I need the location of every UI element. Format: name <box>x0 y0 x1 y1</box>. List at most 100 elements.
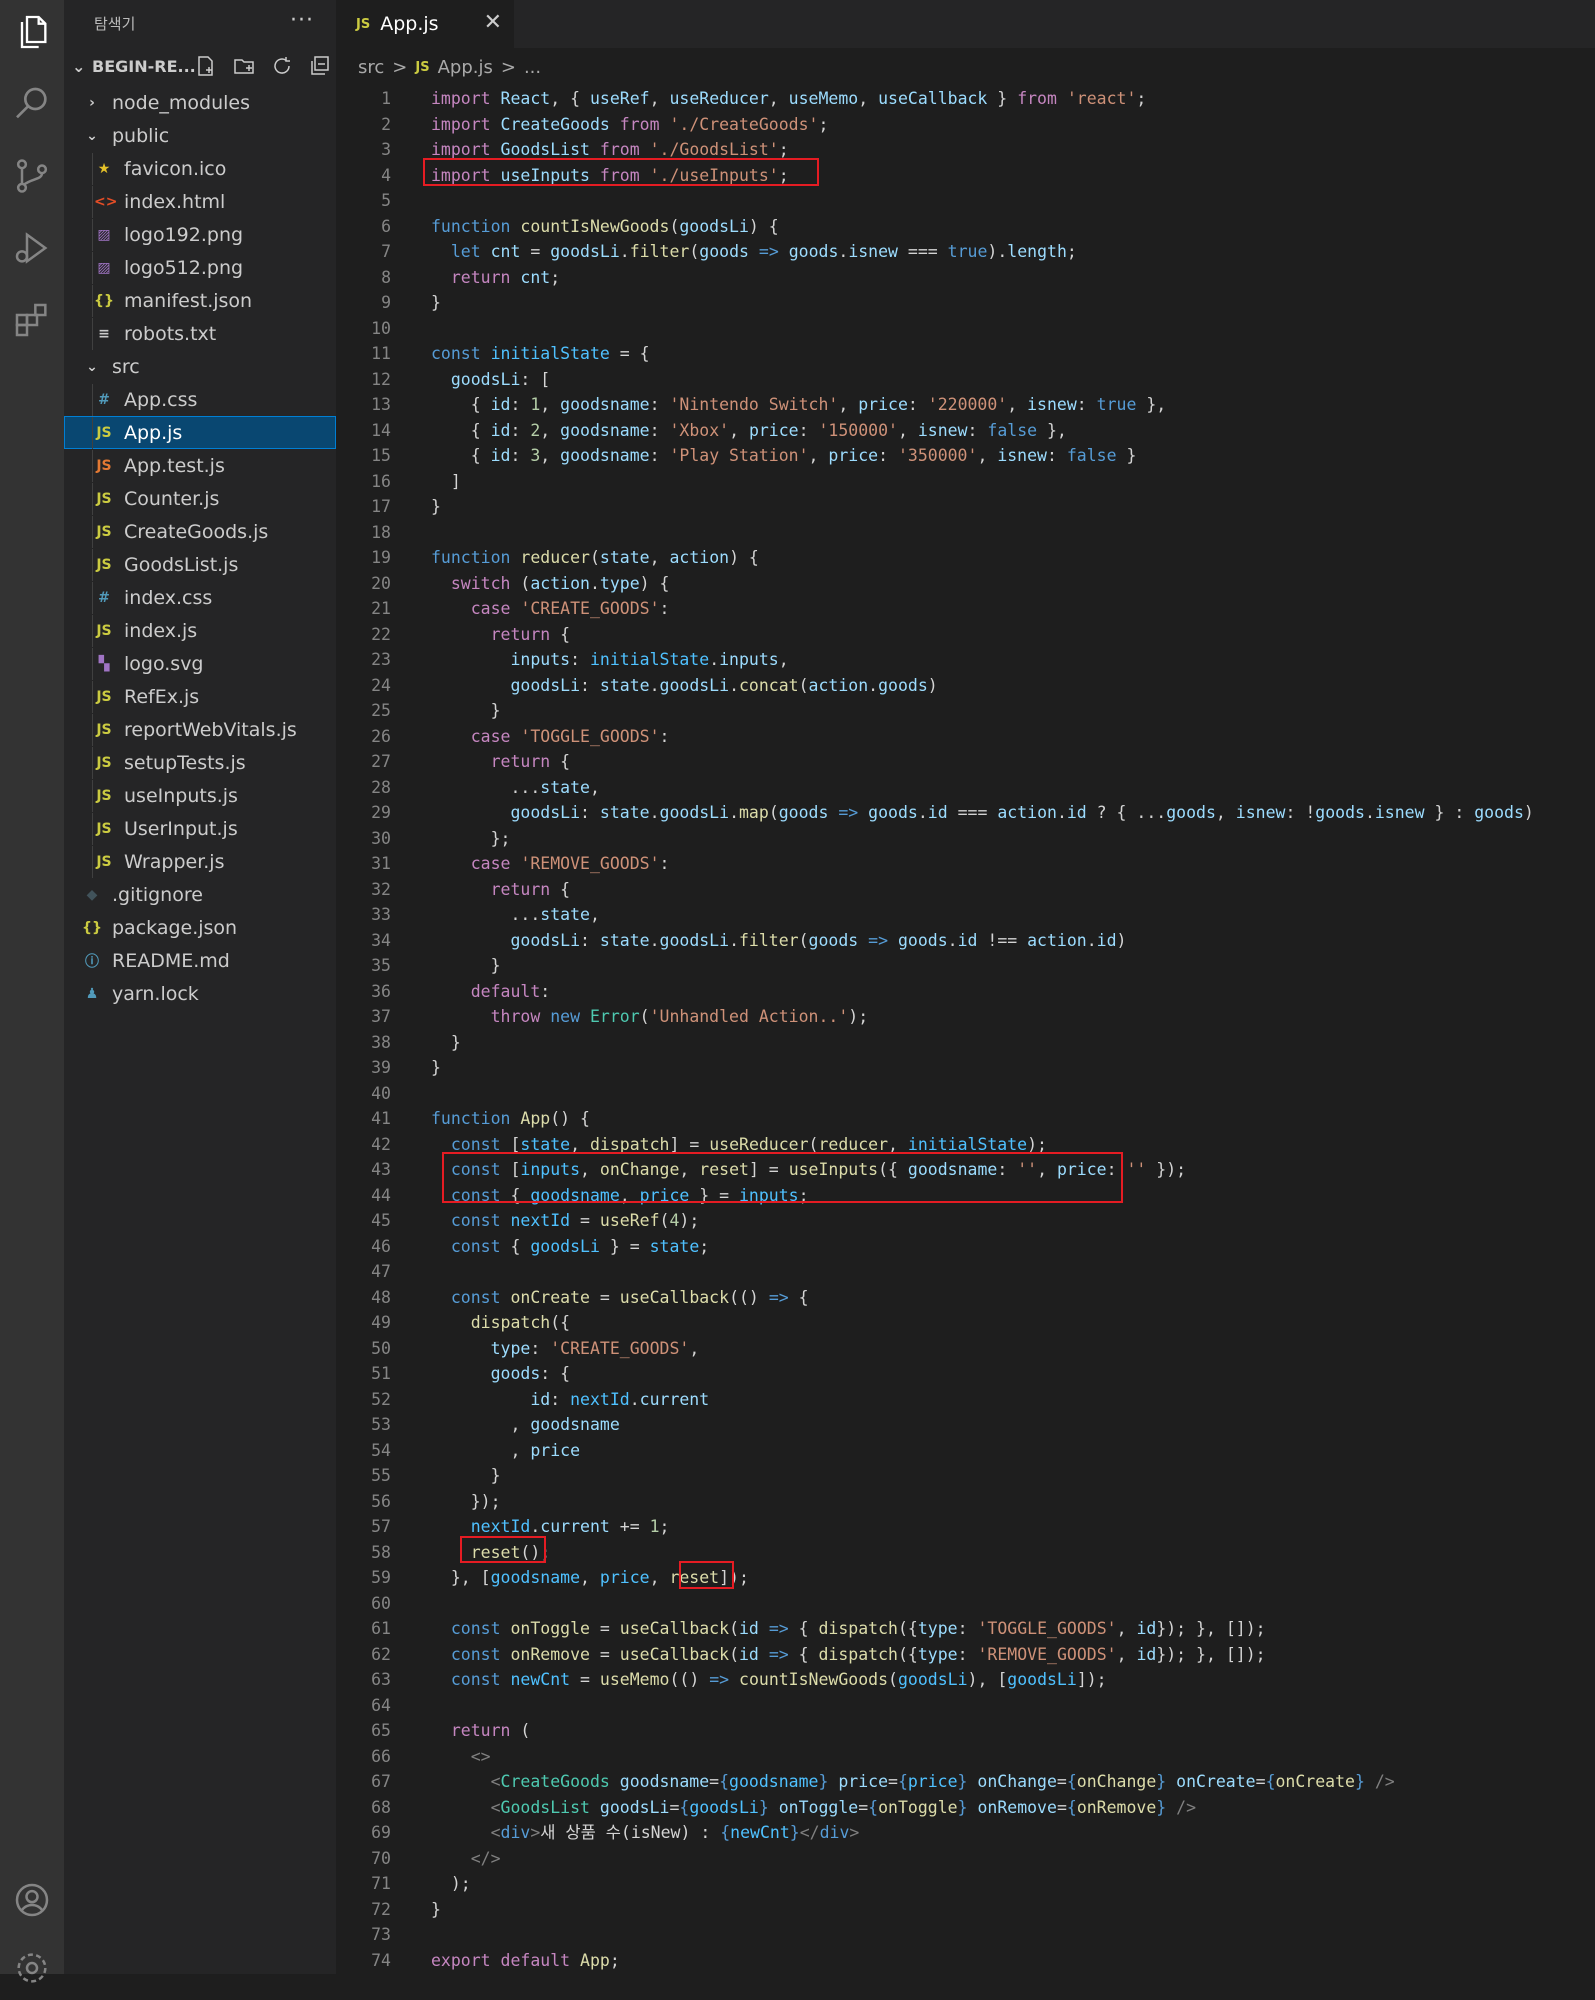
breadcrumb-src[interactable]: src <box>358 57 384 78</box>
code-line[interactable]: 7 let cnt = goodsLi.filter(goods => good… <box>336 239 1595 265</box>
code-line[interactable]: 10 <box>336 316 1595 342</box>
tree-file[interactable]: JS index.js <box>64 614 336 647</box>
code-line[interactable]: 59 }, [goodsname, price, reset]); <box>336 1565 1595 1591</box>
extensions-icon[interactable] <box>0 288 64 352</box>
explorer-icon[interactable] <box>0 0 64 64</box>
tree-file[interactable]: ♟ yarn.lock <box>64 977 336 1010</box>
code-line[interactable]: 64 <box>336 1693 1595 1719</box>
code-line[interactable]: 55 } <box>336 1463 1595 1489</box>
tree-file[interactable]: ≡ robots.txt <box>64 317 336 350</box>
more-actions-icon[interactable]: ··· <box>290 8 314 33</box>
tree-file[interactable]: JS RefEx.js <box>64 680 336 713</box>
tree-file[interactable]: JS setupTests.js <box>64 746 336 779</box>
code-line[interactable]: 4 import useInputs from './useInputs'; <box>336 163 1595 189</box>
code-line[interactable]: 28 ...state, <box>336 775 1595 801</box>
code-line[interactable]: 50 type: 'CREATE_GOODS', <box>336 1336 1595 1362</box>
refresh-icon[interactable] <box>270 54 294 78</box>
search-icon[interactable] <box>0 72 64 136</box>
code-line[interactable]: 57 nextId.current += 1; <box>336 1514 1595 1540</box>
run-debug-icon[interactable] <box>0 216 64 280</box>
tree-file[interactable]: JS App.test.js <box>64 449 336 482</box>
code-line[interactable]: 33 ...state, <box>336 902 1595 928</box>
tree-file[interactable]: JS Counter.js <box>64 482 336 515</box>
code-line[interactable]: 32 return { <box>336 877 1595 903</box>
code-line[interactable]: 1 import React, { useRef, useReducer, use… <box>336 86 1595 112</box>
code-line[interactable]: 2 import CreateGoods from './CreateGoods'… <box>336 112 1595 138</box>
code-line[interactable]: 15 { id: 3, goodsname: 'Play Station', p… <box>336 443 1595 469</box>
code-line[interactable]: 51 goods: { <box>336 1361 1595 1387</box>
close-icon[interactable]: ✕ <box>484 10 502 35</box>
code-line[interactable]: 12 goodsLi: [ <box>336 367 1595 393</box>
code-line[interactable]: 25 } <box>336 698 1595 724</box>
code-editor[interactable]: 74 export default App; 73 72} 71 ); 70 </> 69 … <box>336 82 1595 1974</box>
code-line[interactable]: 70 </> <box>336 1846 1595 1872</box>
code-line[interactable]: 48 const onCreate = useCallback(() => { <box>336 1285 1595 1311</box>
code-line[interactable]: 19 function reducer(state, action) { <box>336 545 1595 571</box>
code-line[interactable]: 26 case 'TOGGLE_GOODS': <box>336 724 1595 750</box>
code-line[interactable]: 35 } <box>336 953 1595 979</box>
code-line[interactable]: 73 <box>336 1922 1595 1948</box>
code-line[interactable]: 22 return { <box>336 622 1595 648</box>
code-line[interactable]: 47 <box>336 1259 1595 1285</box>
tree-file[interactable]: # App.css <box>64 383 336 416</box>
code-line[interactable]: 46 const { goodsLi } = state; <box>336 1234 1595 1260</box>
tree-file[interactable]: JS CreateGoods.js <box>64 515 336 548</box>
code-line[interactable]: 45 const nextId = useRef(4); <box>336 1208 1595 1234</box>
tree-file[interactable]: ★ favicon.ico <box>64 152 336 185</box>
tree-file[interactable]: {} manifest.json <box>64 284 336 317</box>
code-line[interactable]: 40 <box>336 1081 1595 1107</box>
code-line[interactable]: 21 case 'CREATE_GOODS': <box>336 596 1595 622</box>
code-line[interactable]: 30 }; <box>336 826 1595 852</box>
tree-file[interactable]: ▨ logo192.png <box>64 218 336 251</box>
code-line[interactable]: 13 { id: 1, goodsname: 'Nintendo Switch'… <box>336 392 1595 418</box>
new-folder-icon[interactable] <box>232 54 256 78</box>
tree-folder[interactable]: ⌄ public <box>64 119 336 152</box>
code-line[interactable]: 44 const { goodsname, price } = inputs; <box>336 1183 1595 1209</box>
new-file-icon[interactable] <box>194 54 218 78</box>
code-line[interactable]: 67 <CreateGoods goodsname={goodsname} pr… <box>336 1769 1595 1795</box>
code-line[interactable]: 41 function App() { <box>336 1106 1595 1132</box>
tree-folder[interactable]: › node_modules <box>64 86 336 119</box>
code-line[interactable]: 72} <box>336 1897 1595 1923</box>
code-line[interactable]: 69 <div>새 상품 수(isNew) : {newCnt}</div> <box>336 1820 1595 1846</box>
code-line[interactable]: 31 case 'REMOVE_GOODS': <box>336 851 1595 877</box>
tree-file[interactable]: # index.css <box>64 581 336 614</box>
tree-file[interactable]: ⓘ README.md <box>64 944 336 977</box>
breadcrumb-file[interactable]: App.js <box>438 57 493 78</box>
code-line[interactable]: 34 goodsLi: state.goodsLi.filter(goods =… <box>336 928 1595 954</box>
code-line[interactable]: 27 return { <box>336 749 1595 775</box>
code-line[interactable]: 54 , price <box>336 1438 1595 1464</box>
tree-folder[interactable]: ⌄ src <box>64 350 336 383</box>
code-line[interactable]: 49 dispatch({ <box>336 1310 1595 1336</box>
code-line[interactable]: 56 }); <box>336 1489 1595 1515</box>
code-line[interactable]: 58 reset(); <box>336 1540 1595 1566</box>
code-line[interactable]: 23 inputs: initialState.inputs, <box>336 647 1595 673</box>
tree-file[interactable]: JS Wrapper.js <box>64 845 336 878</box>
tree-file[interactable]: JS UserInput.js <box>64 812 336 845</box>
tree-file[interactable]: {} package.json <box>64 911 336 944</box>
account-icon[interactable] <box>0 1868 64 1932</box>
code-line[interactable]: 29 goodsLi: state.goodsLi.map(goods => g… <box>336 800 1595 826</box>
source-control-icon[interactable] <box>0 144 64 208</box>
code-line[interactable]: 9} <box>336 290 1595 316</box>
code-line[interactable]: 61 const onToggle = useCallback(id => { … <box>336 1616 1595 1642</box>
code-line[interactable]: 60 <box>336 1591 1595 1617</box>
code-line[interactable]: 42 const [state, dispatch] = useReducer(… <box>336 1132 1595 1158</box>
breadcrumb-symbols[interactable]: ... <box>524 57 541 78</box>
code-line[interactable]: 5 <box>336 188 1595 214</box>
tree-file[interactable]: JS App.js <box>64 416 336 449</box>
code-line[interactable]: 43 const [inputs, onChange, reset] = use… <box>336 1157 1595 1183</box>
code-line[interactable]: 18 <box>336 520 1595 546</box>
code-line[interactable]: 63 const newCnt = useMemo(() => countIsN… <box>336 1667 1595 1693</box>
code-line[interactable]: 16 ] <box>336 469 1595 495</box>
code-line[interactable]: 6 function countIsNewGoods(goodsLi) { <box>336 214 1595 240</box>
code-line[interactable]: 68 <GoodsList goodsLi={goodsLi} onToggle… <box>336 1795 1595 1821</box>
tree-file[interactable]: JS GoodsList.js <box>64 548 336 581</box>
tree-file[interactable]: ▚ logo.svg <box>64 647 336 680</box>
code-line[interactable]: 38 } <box>336 1030 1595 1056</box>
tree-file[interactable]: ▨ logo512.png <box>64 251 336 284</box>
tree-file[interactable]: ◆ .gitignore <box>64 878 336 911</box>
code-line[interactable]: 8 return cnt; <box>336 265 1595 291</box>
tab-app-js[interactable]: JS App.js ✕ <box>336 0 514 48</box>
code-line[interactable]: 74 export default App; <box>336 1948 1595 1974</box>
